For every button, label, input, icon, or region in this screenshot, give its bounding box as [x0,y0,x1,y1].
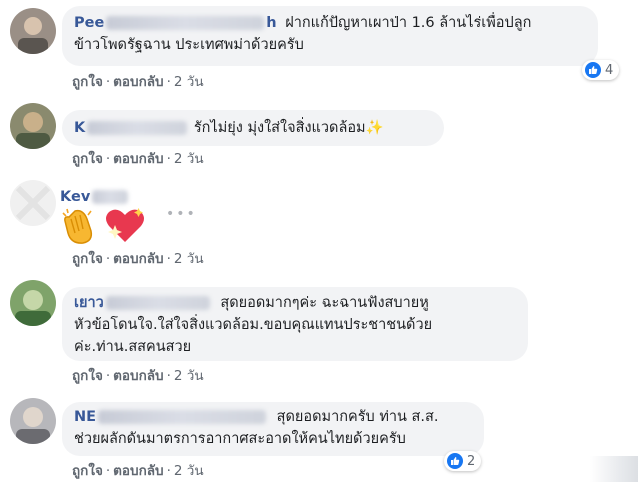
clapping-hands-emoji [61,207,101,249]
avatar[interactable] [10,8,56,54]
comment-author[interactable]: NE [74,409,268,425]
comment-actions: ถูกใจ · ตอบกลับ · 2 วัน [72,74,204,90]
avatar[interactable] [10,280,56,326]
comment-text: สุดยอดมากครับ ท่าน ส.ส. [276,409,439,425]
like-link[interactable]: ถูกใจ [72,74,103,90]
more-options-icon[interactable]: ••• [166,206,197,222]
comment-text: ค่ะ.ท่าน.สสคนสวย [74,339,192,355]
avatar[interactable] [10,398,56,444]
comment-author[interactable]: เยาว [74,295,212,311]
corner-watermark [590,456,638,482]
comment-actions: ถูกใจ · ตอบกลับ · 2 วัน [72,463,204,479]
comment-bubble: Pee h ฝากแก้ปัญหาเผาป่า 1.6 ล้านไร่เพื่อป… [62,6,598,66]
comment-text: สุดยอดมากๆค่ะ ฉะฉานฟังสบายหู [220,295,429,311]
timestamp[interactable]: 2 วัน [174,463,204,479]
reply-link[interactable]: ตอบกลับ [113,251,163,267]
comment-bubble: เยาว สุดยอดมากๆค่ะ ฉะฉานฟังสบายหู หัวข้อ… [62,287,528,361]
like-link[interactable]: ถูกใจ [72,368,103,384]
reply-link[interactable]: ตอบกลับ [113,368,163,384]
comment-bubble: Kev [60,178,200,205]
comment-bubble: NE สุดยอดมากครับ ท่าน ส.ส. ช่วยผลักดันมา… [62,402,484,456]
comment-bubble: K รักไม่ยุ่ง มุ่งใส่ใจสิ่งแวดล้อม✨ [62,110,444,146]
like-icon [585,62,601,78]
like-link[interactable]: ถูกใจ [72,463,103,479]
comment-author[interactable]: K [74,120,189,136]
comment-text: ช่วยผลักดันมาตรการอากาศสะอาดให้คนไทยด้วย… [74,431,406,447]
timestamp[interactable]: 2 วัน [174,151,204,167]
reaction-count[interactable]: 2 [444,451,482,471]
comment-author[interactable]: Kev [60,189,130,205]
sparkles-emoji: ✨ [365,120,384,136]
comment-text: ฝากแก้ปัญหาเผาป่า 1.6 ล้านไร่เพื่อปลูก [285,15,532,31]
comment-actions: ถูกใจ · ตอบกลับ · 2 วัน [72,151,204,167]
comment-author[interactable]: Pee h [74,15,277,31]
comment-actions: ถูกใจ · ตอบกลับ · 2 วัน [72,368,204,384]
comment-text: รักไม่ยุ่ง มุ่งใส่ใจสิ่งแวดล้อม [193,120,366,136]
like-icon [447,453,463,469]
timestamp[interactable]: 2 วัน [174,251,204,267]
timestamp[interactable]: 2 วัน [174,74,204,90]
comment-text: หัวข้อโดนใจ.ใส่ใจสิ่งแวดล้อม.ขอบคุณแทนปร… [74,317,433,333]
reaction-count[interactable]: 4 [582,60,620,80]
timestamp[interactable]: 2 วัน [174,368,204,384]
like-link[interactable]: ถูกใจ [72,251,103,267]
reply-link[interactable]: ตอบกลับ [113,463,163,479]
avatar[interactable] [10,180,56,226]
like-link[interactable]: ถูกใจ [72,151,103,167]
sparkling-heart-emoji [104,206,146,250]
comment-actions: ถูกใจ · ตอบกลับ · 2 วัน [72,251,204,267]
avatar[interactable] [10,103,56,149]
comment-text: ข้าวโพดรัฐฉาน ประเทศพม่าด้วยครับ [74,37,304,53]
reply-link[interactable]: ตอบกลับ [113,151,163,167]
reply-link[interactable]: ตอบกลับ [113,74,163,90]
